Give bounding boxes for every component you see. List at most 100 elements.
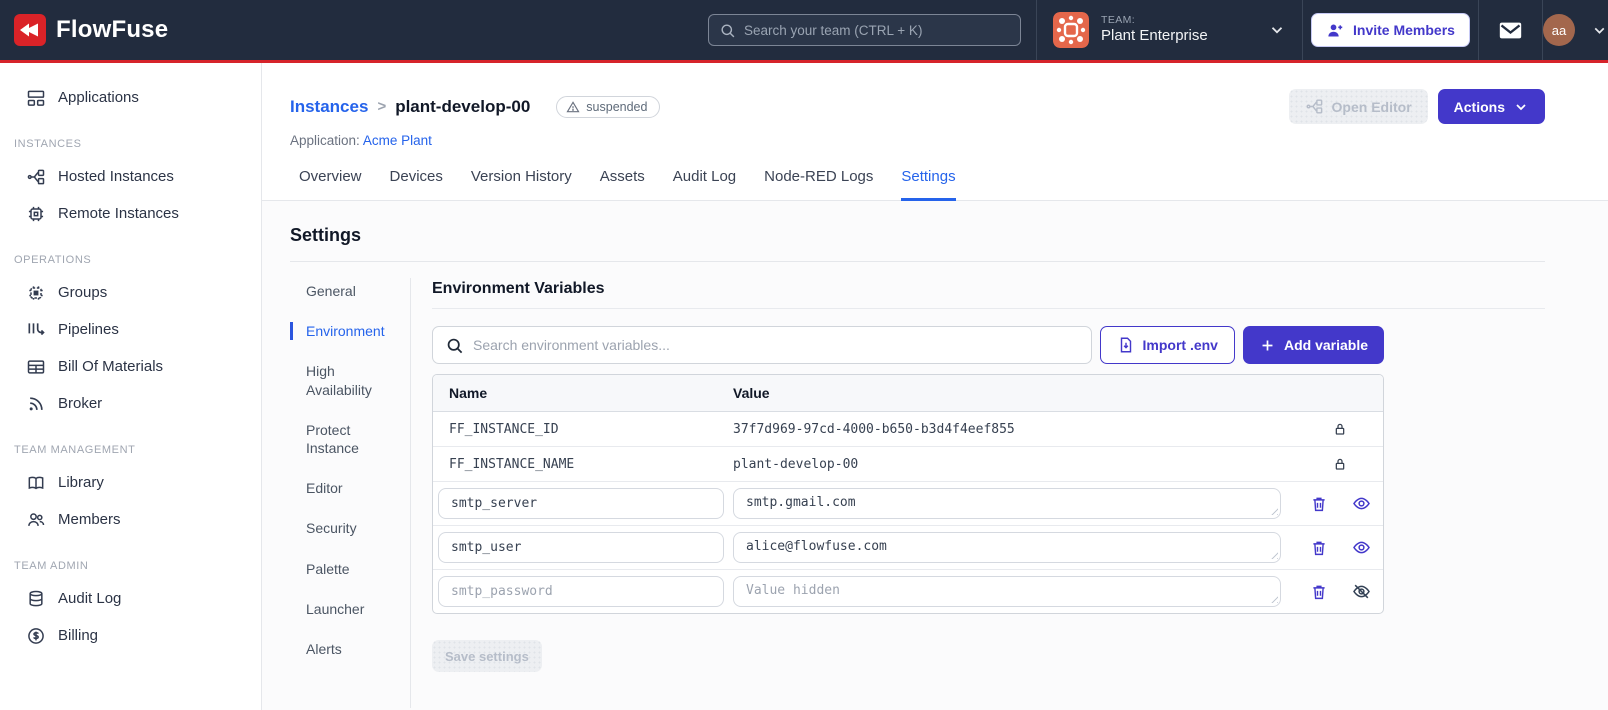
env-search (432, 326, 1092, 364)
team-name: Plant Enterprise (1101, 27, 1208, 45)
env-search-input[interactable] (473, 337, 1079, 353)
groups-icon (26, 283, 46, 303)
sidebar-item-pipelines[interactable]: Pipelines (0, 311, 261, 348)
delete-variable-button[interactable] (1310, 539, 1328, 557)
table-row: smtp.gmail.com (433, 482, 1383, 526)
pipelines-icon (26, 320, 46, 340)
add-variable-label: Add variable (1283, 337, 1368, 353)
instance-tabs: Overview Devices Version History Assets … (262, 168, 1608, 201)
application-link[interactable]: Acme Plant (363, 133, 432, 148)
sidebar-item-hosted-instances[interactable]: Hosted Instances (0, 158, 261, 195)
subnav-alerts[interactable]: Alerts (290, 640, 402, 658)
env-var-value-input[interactable]: smtp.gmail.com (733, 488, 1281, 519)
hide-value-button[interactable] (1352, 582, 1371, 601)
save-settings-button[interactable]: Save settings (432, 640, 542, 672)
navbar-left: FlowFuse (0, 0, 708, 60)
search-icon (445, 336, 464, 355)
invite-members-button[interactable]: Invite Members (1311, 13, 1470, 47)
sidebar-item-remote-instances[interactable]: Remote Instances (0, 195, 261, 232)
subnav-editor[interactable]: Editor (290, 479, 402, 497)
invite-segment: Invite Members (1302, 0, 1478, 60)
breadcrumb-separator: > (377, 98, 387, 115)
tab-settings[interactable]: Settings (901, 168, 956, 201)
sidebar-section-team-admin: TEAM ADMIN (14, 560, 89, 572)
delete-variable-button[interactable] (1310, 495, 1328, 513)
env-var-value-input[interactable]: alice@flowfuse.com (733, 532, 1281, 563)
chevron-down-icon[interactable] (1591, 22, 1608, 39)
subnav-protect-instance[interactable]: Protect Instance (290, 421, 402, 457)
open-editor-button[interactable]: Open Editor (1288, 89, 1428, 124)
tab-assets[interactable]: Assets (600, 168, 645, 200)
profile-segment: aa (1542, 0, 1608, 60)
actions-label: Actions (1453, 98, 1505, 115)
status-badge: suspended (556, 95, 661, 118)
column-header-name: Name (449, 385, 488, 401)
brand-name: FlowFuse (56, 16, 169, 43)
subnav-general[interactable]: General (290, 282, 402, 300)
subnav-palette[interactable]: Palette (290, 560, 402, 578)
table-row (433, 570, 1383, 613)
sidebar-item-label: Broker (58, 395, 103, 412)
sidebar-item-label: Members (58, 511, 121, 528)
team-search-input[interactable] (744, 22, 1010, 38)
application-label: Application: (290, 133, 360, 148)
sidebar-item-members[interactable]: Members (0, 501, 261, 538)
sidebar-item-label: Applications (58, 89, 139, 106)
env-var-name: FF_INSTANCE_NAME (449, 456, 575, 472)
show-value-button[interactable] (1352, 494, 1371, 513)
sidebar-item-broker[interactable]: Broker (0, 385, 261, 422)
show-value-button[interactable] (1352, 538, 1371, 557)
env-var-name-input[interactable] (438, 576, 724, 607)
sidebar-item-label: Library (58, 474, 104, 491)
env-var-name-input[interactable] (438, 532, 724, 563)
env-var-value: 37f7d969-97cd-4000-b650-b3d4f4eef855 (733, 421, 1015, 437)
sidebar-item-label: Remote Instances (58, 205, 179, 222)
tab-audit-log[interactable]: Audit Log (673, 168, 736, 200)
sidebar-item-label: Pipelines (58, 321, 119, 338)
subnav-launcher[interactable]: Launcher (290, 600, 402, 618)
table-header: Name Value (433, 375, 1383, 412)
sidebar-section-operations: OPERATIONS (14, 254, 92, 266)
instance-name: plant-develop-00 (395, 96, 531, 116)
breadcrumb-instances-link[interactable]: Instances (290, 97, 368, 117)
actions-button[interactable]: Actions (1437, 89, 1545, 124)
sidebar-item-label: Billing (58, 627, 99, 644)
user-avatar[interactable]: aa (1543, 14, 1575, 46)
sidebar-item-billing[interactable]: Billing (0, 617, 261, 654)
sidebar-item-audit-log[interactable]: Audit Log (0, 580, 261, 617)
sidebar-item-bill-of-materials[interactable]: Bill Of Materials (0, 348, 261, 385)
add-variable-button[interactable]: Add variable (1242, 326, 1384, 364)
notifications-segment (1478, 0, 1542, 60)
document-download-icon (1117, 336, 1135, 354)
subnav-security[interactable]: Security (290, 519, 402, 537)
search-icon (719, 22, 736, 39)
tab-version-history[interactable]: Version History (471, 168, 572, 200)
env-var-name-input[interactable] (438, 488, 724, 519)
team-selector[interactable]: TEAM: Plant Enterprise (1036, 0, 1302, 60)
lock-icon (1332, 456, 1348, 472)
settings-subnav: General Environment High Availability Pr… (290, 278, 410, 708)
subnav-environment[interactable]: Environment (290, 322, 402, 341)
delete-variable-button[interactable] (1310, 583, 1328, 601)
import-env-button[interactable]: Import .env (1099, 326, 1235, 364)
settings-section: Settings General Environment High Availa… (262, 201, 1608, 710)
currency-dollar-icon (26, 626, 46, 646)
main-content: Instances > plant-develop-00 suspended O… (262, 63, 1608, 710)
eye-icon (1352, 494, 1371, 513)
tab-node-red-logs[interactable]: Node-RED Logs (764, 168, 873, 200)
subnav-high-availability[interactable]: High Availability (290, 362, 402, 398)
chevron-down-icon (1513, 99, 1529, 115)
tab-devices[interactable]: Devices (390, 168, 443, 200)
env-var-value-input[interactable] (733, 576, 1281, 607)
sidebar-item-library[interactable]: Library (0, 464, 261, 501)
sidebar-item-label: Groups (58, 284, 108, 301)
sidebar-item-groups[interactable]: Groups (0, 274, 261, 311)
sidebar-item-applications[interactable]: Applications (0, 79, 261, 116)
team-label: TEAM: (1101, 14, 1136, 27)
flowfuse-logo[interactable]: FlowFuse (14, 14, 168, 46)
envelope-icon[interactable] (1497, 17, 1524, 44)
sidebar: Applications INSTANCES Hosted Instances … (0, 63, 262, 710)
table-cells-icon (26, 357, 46, 377)
tab-overview[interactable]: Overview (299, 168, 362, 200)
sidebar-section-instances: INSTANCES (14, 138, 82, 150)
